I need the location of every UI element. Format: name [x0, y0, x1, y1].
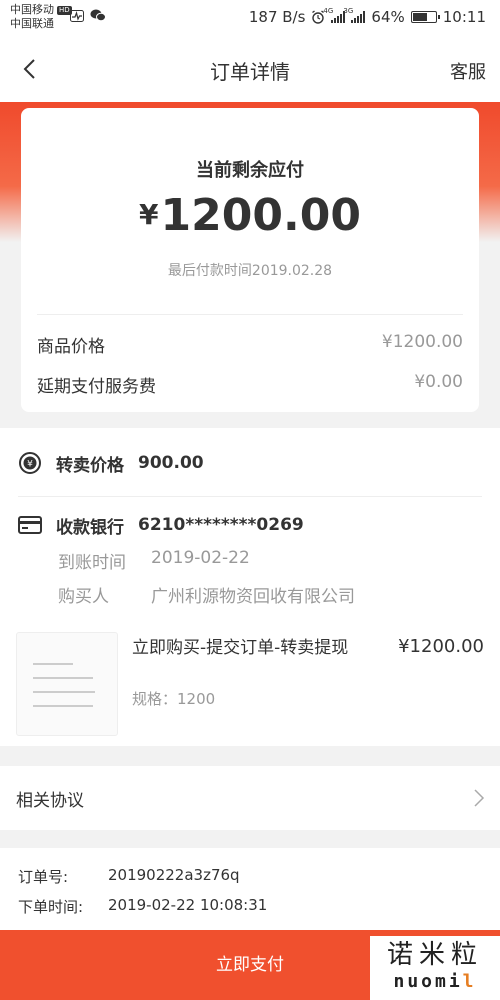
clock: 10:11	[442, 8, 486, 26]
remaining-payable-amount: ¥1200.00	[21, 190, 479, 241]
receiving-bank-row: 收款银行 6210********0269	[18, 512, 304, 538]
arrival-time-row: 到账时间 2019-02-22	[58, 548, 250, 573]
deferred-fee-row: 延期支付服务费 ¥0.00	[37, 372, 463, 397]
payment-deadline: 最后付款时间2019.02.28	[167, 263, 333, 279]
order-time-value: 2019-02-22 10:08:31	[108, 896, 268, 914]
carrier-info: 中国移动 HD 中国联通	[10, 3, 72, 31]
product-name: 立即购买-提交订单-转卖提现	[132, 638, 349, 658]
order-number-value: 20190222a3z76q	[108, 866, 240, 884]
arrival-time-label: 到账时间	[58, 553, 126, 573]
watermark-en: nuomil	[393, 971, 477, 992]
order-number-row: 订单号: 20190222a3z76q	[18, 866, 240, 887]
goods-price-row: 商品价格 ¥1200.00	[37, 332, 463, 357]
related-agreement-label: 相关协议	[16, 791, 84, 811]
resale-info-section: ¥ 转卖价格 900.00 收款银行 6210********0269 到账时间…	[0, 428, 500, 746]
status-right: 187 B/s 4G 3G 64% 10:11	[248, 7, 486, 26]
order-time-label: 下单时间:	[18, 898, 84, 916]
battery-percent: 64%	[371, 8, 405, 26]
arrival-time-value: 2019-02-22	[151, 548, 250, 568]
buyer-row: 购买人 广州利源物资回收有限公司	[58, 582, 355, 607]
deferred-fee-value: ¥0.00	[414, 372, 463, 392]
buyer-value: 广州利源物资回收有限公司	[151, 587, 355, 607]
notification-icons	[70, 9, 106, 22]
deferred-fee-label: 延期支付服务费	[37, 377, 156, 397]
bank-card-number: 6210********0269	[138, 515, 304, 535]
watermark-logo: 诺米粒 nuomil	[370, 936, 500, 1000]
carrier-2: 中国联通	[10, 17, 54, 30]
receiving-bank-label: 收款银行	[56, 517, 124, 538]
currency-symbol: ¥	[139, 198, 159, 231]
product-thumbnail	[16, 632, 118, 736]
related-agreement-row[interactable]: 相关协议	[0, 766, 500, 830]
page-title: 订单详情	[210, 60, 290, 84]
nav-bar: 订单详情 客服	[0, 38, 500, 102]
yuan-coin-icon: ¥	[19, 452, 41, 474]
card-divider	[37, 314, 463, 315]
product-price: ¥1200.00	[398, 636, 484, 657]
resale-price-value: 900.00	[138, 453, 204, 473]
order-time-row: 下单时间: 2019-02-22 10:08:31	[18, 896, 267, 917]
buyer-label: 购买人	[58, 587, 109, 607]
carrier-1: 中国移动	[10, 3, 54, 16]
status-bar: 中国移动 HD 中国联通 187 B/s 4G 3G 64% 10:11	[0, 0, 500, 38]
product-item[interactable]: 立即购买-提交订单-转卖提现 规格：1200 ¥1200.00	[16, 632, 484, 736]
wechat-icon	[90, 9, 106, 22]
payment-summary-card: 当前剩余应付 ¥1200.00 最后付款时间2019.02.28 商品价格 ¥1…	[21, 108, 479, 412]
goods-price-label: 商品价格	[37, 337, 105, 357]
activity-icon	[70, 9, 84, 22]
battery-icon	[410, 11, 440, 23]
svg-text:¥: ¥	[27, 460, 33, 470]
goods-price-value: ¥1200.00	[381, 332, 463, 352]
order-info-section: 订单号: 20190222a3z76q 下单时间: 2019-02-22 10:…	[0, 848, 500, 930]
info-divider	[18, 496, 482, 497]
chevron-right-icon	[474, 789, 485, 807]
signal-icon-2: 3G	[343, 7, 366, 23]
resale-price-row: ¥ 转卖价格 900.00	[18, 450, 204, 476]
customer-service-button[interactable]: 客服	[450, 58, 486, 84]
amount-value: 1200.00	[160, 190, 361, 241]
net-speed: 187 B/s	[248, 8, 306, 26]
remaining-payable-label: 当前剩余应付	[196, 160, 304, 181]
bank-card-icon	[18, 516, 42, 534]
order-number-label: 订单号:	[18, 868, 69, 886]
watermark-cn: 诺米粒	[386, 940, 483, 970]
resale-price-label: 转卖价格	[56, 455, 124, 476]
product-spec: 规格：1200	[132, 690, 216, 708]
